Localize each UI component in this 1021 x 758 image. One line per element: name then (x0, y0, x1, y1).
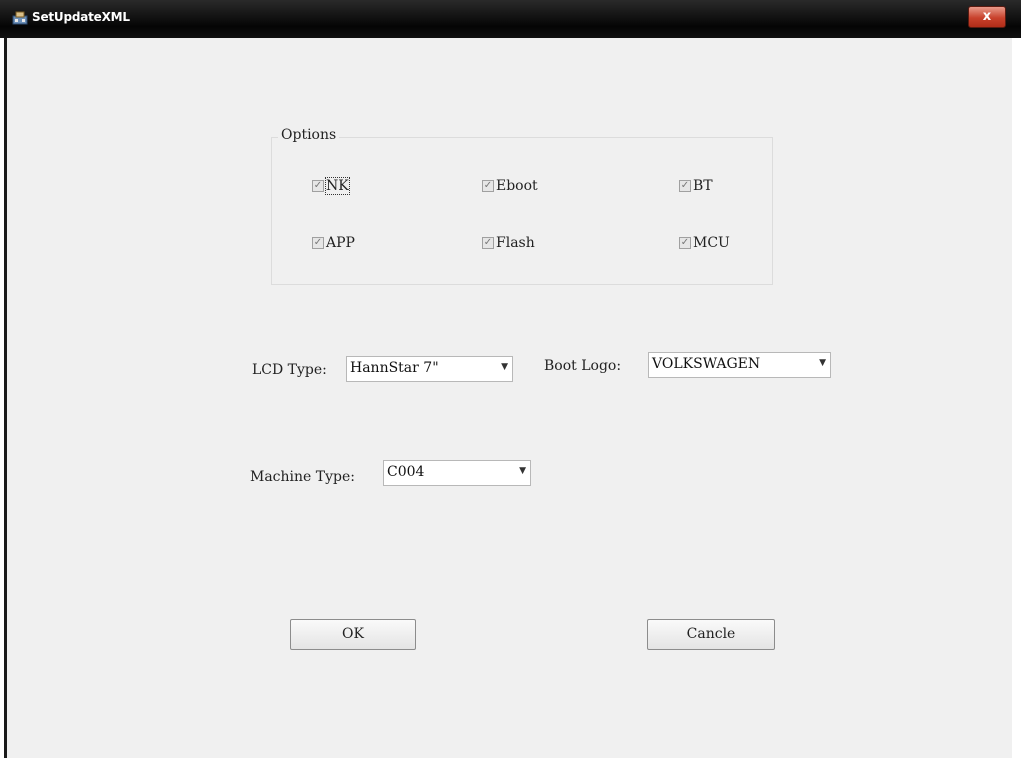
lcd-type-value: HannStar 7" (350, 360, 439, 376)
options-groupbox (271, 137, 773, 285)
chevron-down-icon[interactable]: ▼ (501, 362, 508, 372)
options-group-label: Options (278, 127, 340, 143)
app-icon (12, 11, 28, 25)
option-mcu-label: MCU (693, 235, 730, 251)
option-app-label: APP (326, 235, 355, 251)
check-icon[interactable]: ✓ (482, 237, 494, 249)
check-icon[interactable]: ✓ (482, 180, 494, 192)
option-nk-label: NK (325, 177, 350, 195)
check-icon[interactable]: ✓ (312, 237, 324, 249)
boot-logo-dropdown[interactable]: VOLKSWAGEN ▼ (648, 352, 831, 378)
cancel-button[interactable]: Cancle (647, 619, 775, 650)
option-eboot-label: Eboot (496, 178, 538, 194)
check-icon[interactable]: ✓ (679, 237, 691, 249)
right-window-border (1012, 38, 1021, 758)
machine-type-dropdown[interactable]: C004 ▼ (383, 460, 531, 486)
close-button[interactable]: x (968, 6, 1006, 28)
boot-logo-label: Boot Logo: (544, 358, 622, 374)
option-bt-label: BT (693, 178, 713, 194)
chevron-down-icon[interactable]: ▼ (819, 358, 826, 368)
chevron-down-icon[interactable]: ▼ (519, 466, 526, 476)
lcd-type-dropdown[interactable]: HannStar 7" ▼ (346, 356, 513, 382)
check-icon[interactable]: ✓ (679, 180, 691, 192)
check-icon[interactable]: ✓ (312, 180, 324, 192)
boot-logo-value: VOLKSWAGEN (652, 356, 761, 372)
machine-type-label: Machine Type: (250, 469, 355, 485)
lcd-type-label: LCD Type: (252, 362, 327, 378)
title-bar[interactable]: SetUpdateXML x (0, 0, 1021, 38)
setupdatexml-window: SetUpdateXML x Options ✓ NK ✓ Eboot ✓ BT… (0, 0, 1021, 758)
left-window-border (0, 38, 10, 758)
ok-button[interactable]: OK (290, 619, 416, 650)
window-title: SetUpdateXML (32, 10, 130, 24)
machine-type-value: C004 (387, 464, 425, 480)
option-flash-label: Flash (496, 235, 535, 251)
